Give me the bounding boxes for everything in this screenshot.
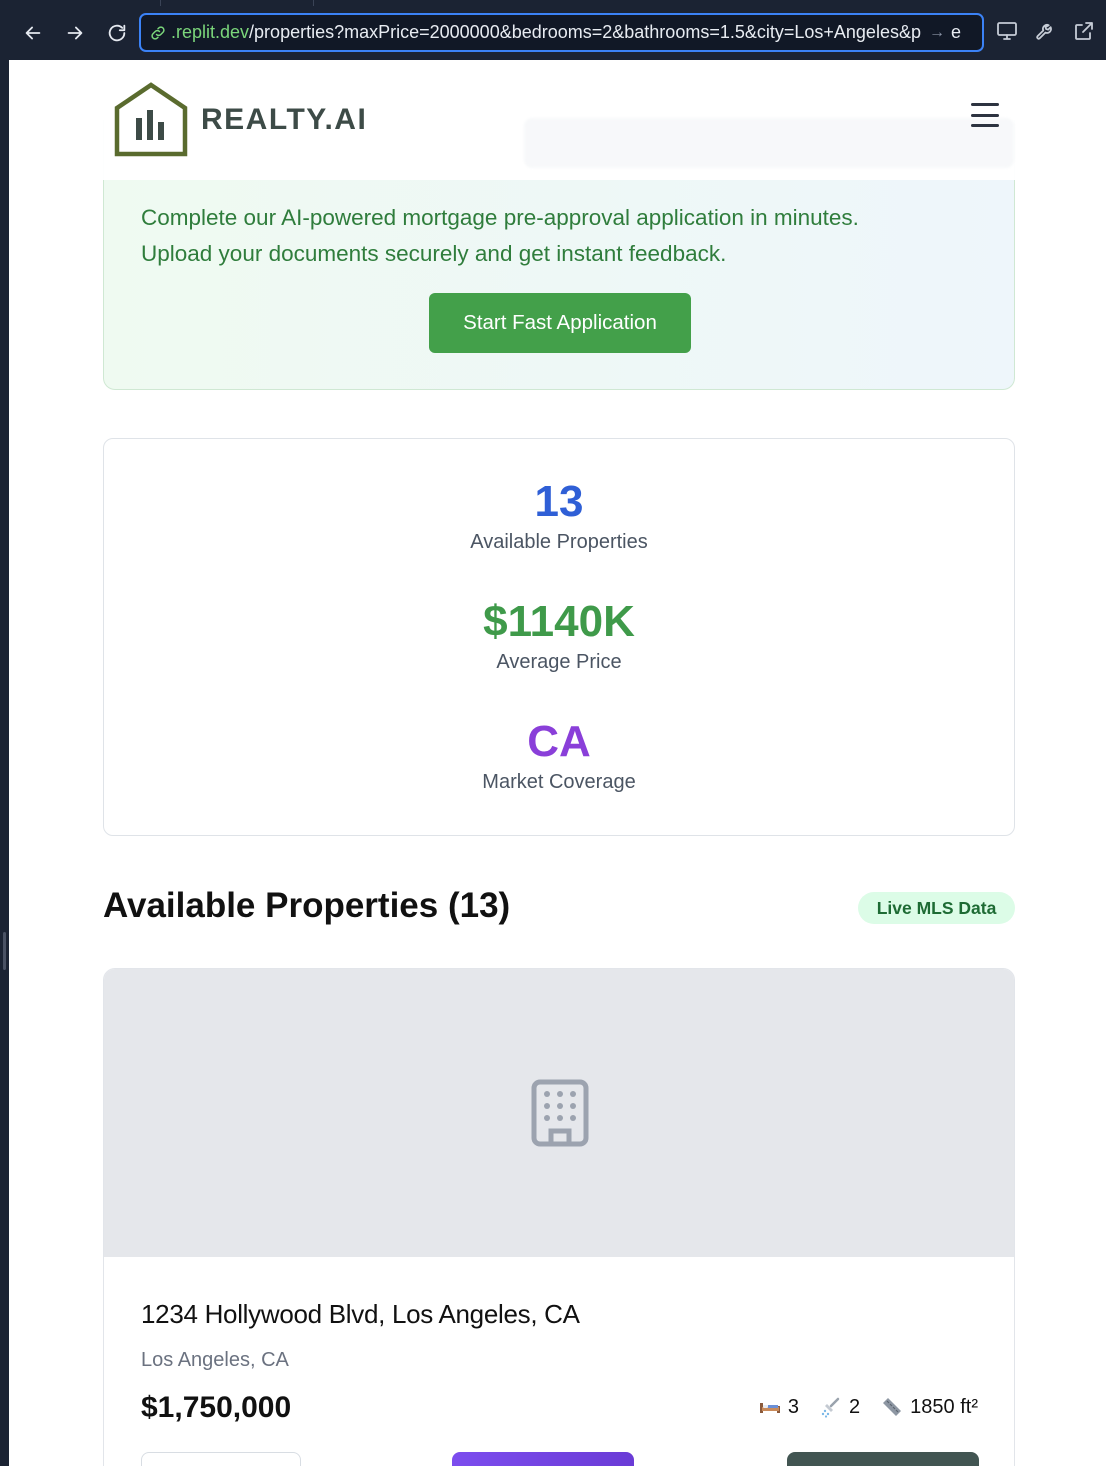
stat-value: $1140K — [483, 597, 635, 646]
stat-value: CA — [527, 717, 591, 766]
property-address[interactable]: 1234 Hollywood Blvd, Los Angeles, CA — [141, 1299, 580, 1330]
external-link-icon — [1075, 22, 1093, 40]
url-go-arrow: → — [928, 23, 945, 41]
property-price: $1,750,000 — [141, 1391, 292, 1424]
bed-icon — [759, 1403, 780, 1413]
house-chart-icon — [114, 82, 188, 157]
browser-toolbar: .replit.dev /properties?maxPrice=2000000… — [0, 0, 1106, 60]
devtools-button[interactable] — [1033, 18, 1059, 44]
wrench-icon — [1036, 24, 1052, 40]
stat-label: Market Coverage — [482, 771, 636, 793]
stat-average-price: $1140K Average Price — [104, 597, 1014, 674]
stat-value: 13 — [534, 477, 584, 526]
open-new-tab-button[interactable] — [1071, 18, 1097, 44]
link-icon — [151, 25, 165, 40]
property-card[interactable]: 1234 Hollywood Blvd, Los Angeles, CA Los… — [103, 968, 1015, 1466]
bathrooms-count: 2 — [849, 1395, 861, 1418]
feature-bedrooms: 3 — [758, 1395, 799, 1419]
bedrooms-count: 3 — [787, 1395, 800, 1418]
property-primary-button[interactable] — [787, 1452, 979, 1466]
hamburger-menu-icon-bar — [971, 113, 999, 117]
stat-label: Available Properties — [470, 531, 648, 553]
url-trailing-text: e — [950, 22, 961, 42]
monitor-icon — [997, 22, 1017, 40]
forward-button[interactable] — [58, 16, 92, 50]
tab-strip-edge — [160, 0, 314, 6]
feature-area: 1850 ft² — [880, 1395, 978, 1419]
arrow-left-icon — [25, 26, 41, 40]
building-icon — [531, 1079, 589, 1147]
logo-text: REALTY.AI — [201, 103, 368, 136]
pre-approval-line-2: Upload your documents securely and get i… — [141, 241, 727, 266]
pre-approval-description: Complete our AI-powered mortgage pre-app… — [141, 200, 981, 272]
property-secondary-button[interactable] — [141, 1452, 301, 1466]
hamburger-menu-icon-bar — [971, 103, 999, 106]
header-underlay — [524, 118, 1014, 168]
shower-icon — [821, 1397, 840, 1418]
stat-market-coverage: CA Market Coverage — [104, 717, 1014, 794]
url-path: /properties?maxPrice=2000000&bedrooms=2&… — [249, 22, 921, 42]
feature-bathrooms: 2 — [819, 1395, 860, 1419]
reload-icon — [108, 24, 126, 42]
device-preview-button[interactable] — [994, 18, 1020, 44]
back-button[interactable] — [16, 16, 50, 50]
stat-label: Average Price — [496, 651, 622, 673]
property-image-placeholder — [104, 969, 1014, 1257]
stat-available-properties: 13 Available Properties — [104, 477, 1014, 554]
property-ai-button[interactable] — [452, 1452, 634, 1466]
property-features: 3 2 1850 ft² — [758, 1395, 978, 1419]
reload-button[interactable] — [100, 16, 134, 50]
left-gutter — [0, 60, 9, 1466]
page-viewport: Complete our AI-powered mortgage pre-app… — [9, 60, 1106, 1466]
available-properties-heading: Available Properties (13) — [103, 886, 511, 925]
site-header: REALTY.AI — [9, 60, 1106, 180]
property-city: Los Angeles, CA — [141, 1349, 289, 1371]
hamburger-menu-button[interactable] — [969, 100, 1001, 130]
live-mls-badge: Live MLS Data — [858, 892, 1015, 924]
url-domain: .replit.dev — [171, 22, 250, 42]
area-value: 1850 ft² — [910, 1395, 978, 1418]
hamburger-menu-icon-bar — [971, 124, 999, 127]
pre-approval-line-1: Complete our AI-powered mortgage pre-app… — [141, 205, 859, 230]
logo[interactable]: REALTY.AI — [113, 82, 367, 158]
market-stats-card: 13 Available Properties $1140K Average P… — [103, 438, 1015, 836]
start-fast-application-button[interactable]: Start Fast Application — [429, 293, 691, 353]
arrow-right-icon — [67, 26, 83, 40]
ruler-icon — [883, 1398, 902, 1416]
resize-handle[interactable] — [3, 932, 6, 970]
address-bar[interactable]: .replit.dev /properties?maxPrice=2000000… — [139, 13, 984, 52]
